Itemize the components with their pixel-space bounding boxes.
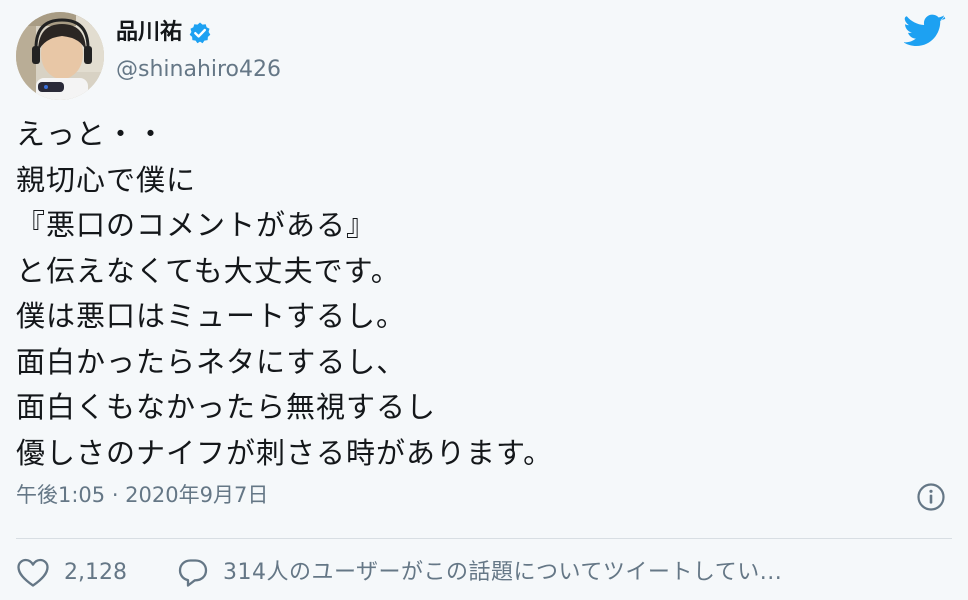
tweet-timestamp[interactable]: 午後1:05 · 2020年9月7日 <box>16 480 268 510</box>
author-handle[interactable]: @shinahiro426 <box>116 55 281 85</box>
tweet-line: 面白くもなかったら無視するし <box>16 390 437 424</box>
tweet-line: 優しさのナイフが刺さる時があります。 <box>16 435 554 470</box>
tweet-card: 品川祐 @shinahiro426 えっと・・ 親切心で僕に 『悪口のコメントが… <box>0 0 968 600</box>
tweet-line: えっと・・ <box>16 117 167 151</box>
conversation-link[interactable]: 314人のユーザーがこの話題についてツイートしてい... <box>177 557 782 589</box>
verified-badge-icon <box>189 22 211 44</box>
like-button[interactable]: 2,128 <box>16 557 127 589</box>
like-count: 2,128 <box>64 560 127 585</box>
twitter-bird-icon[interactable] <box>904 14 946 50</box>
info-icon[interactable] <box>916 482 946 512</box>
author-display-name[interactable]: 品川祐 <box>116 18 182 48</box>
tweet-text: えっと・・ 親切心で僕に 『悪口のコメントがある』 と伝えなくても大丈夫です。 … <box>16 112 936 476</box>
tweet-line: 親切心で僕に <box>16 162 197 197</box>
avatar-photo <box>16 12 104 100</box>
heart-icon <box>17 558 49 587</box>
tweet-line: 面白かったらネタにするし、 <box>16 344 407 379</box>
tweet-actions: 2,128 314人のユーザーがこの話題についてツイートしてい... <box>16 555 782 591</box>
tweet-line: 僕は悪口はミュートするし。 <box>16 299 407 333</box>
tweet-line: 『悪口のコメントがある』 <box>16 208 377 242</box>
author-name-row[interactable]: 品川祐 <box>116 18 212 48</box>
divider <box>16 538 952 539</box>
chat-bubble-icon <box>178 559 208 587</box>
conversation-text: 314人のユーザーがこの話題についてツイートしてい... <box>222 560 783 585</box>
tweet-line: と伝えなくても大丈夫です。 <box>16 253 401 288</box>
avatar[interactable] <box>16 12 104 100</box>
